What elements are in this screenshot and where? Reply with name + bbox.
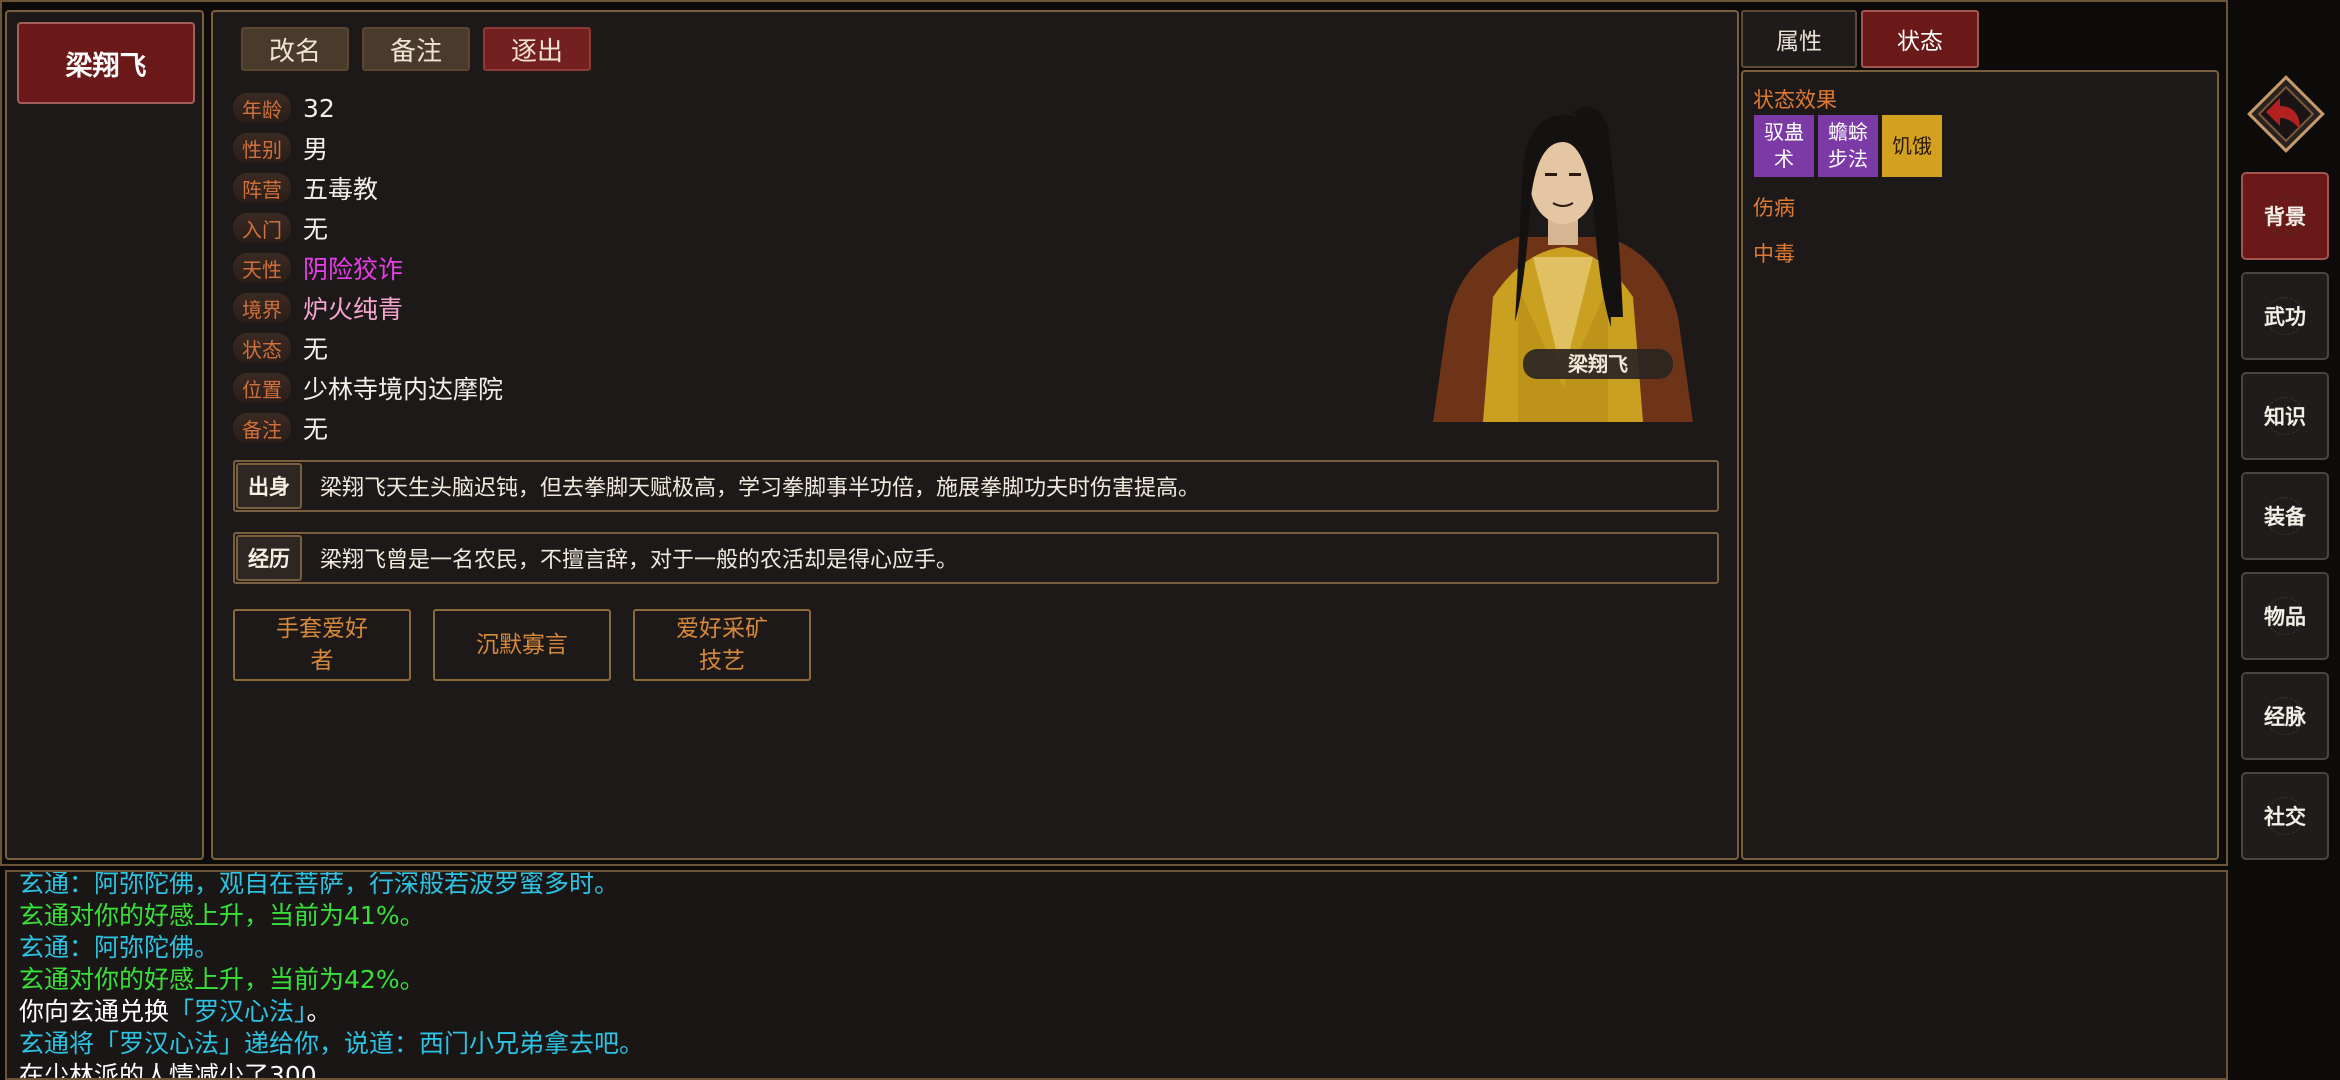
info-row-status: 状态 无 — [233, 330, 328, 366]
info-value: 男 — [303, 135, 329, 164]
nav-knowledge[interactable]: 知识 — [2241, 372, 2329, 460]
nav-meridians[interactable]: 经脉 — [2241, 672, 2329, 760]
info-value: 无 — [303, 215, 329, 244]
info-value: 阴险狡诈 — [303, 255, 404, 284]
info-row-location: 位置 少林寺境内达摩院 — [233, 370, 503, 406]
nav-background[interactable]: 背景 — [2241, 172, 2329, 260]
poison-title: 中毒 — [1753, 242, 1795, 266]
info-row-sect: 入门 无 — [233, 210, 328, 246]
experience-box: 经历 梁翔飞曾是一名农民，不擅言辞，对于一般的农活却是得心应手。 — [233, 532, 1719, 584]
info-row-gender: 性别 男 — [233, 130, 328, 166]
info-label: 境界 — [233, 293, 291, 323]
character-portrait: 梁翔飞 — [1433, 107, 1693, 422]
info-label: 位置 — [233, 373, 291, 403]
background-tag[interactable]: 出身 — [236, 463, 302, 509]
info-value: 无 — [303, 335, 329, 364]
info-label: 入门 — [233, 213, 291, 243]
info-value: 32 — [303, 93, 335, 123]
info-row-age: 年龄 32 — [233, 90, 335, 126]
log-line: 在少林派的人情减少了300 — [19, 1061, 317, 1080]
note-button[interactable]: 备注 — [362, 27, 470, 71]
nav-items[interactable]: 物品 — [2241, 572, 2329, 660]
background-text: 梁翔飞天生头脑迟钝，但去拳脚天赋极高，学习拳脚事半功倍，施展拳脚功夫时伤害提高。 — [320, 476, 1201, 501]
info-value: 五毒教 — [303, 175, 379, 204]
tab-attributes[interactable]: 属性 — [1741, 10, 1857, 68]
status-panel: 状态效果 驭蛊术 蟾蜍 步法 饥饿 伤病 中毒 — [1741, 70, 2219, 860]
tab-status[interactable]: 状态 — [1861, 10, 1979, 68]
info-label: 状态 — [233, 333, 291, 363]
log-line: 玄通对你的好感上升，当前为41%。 — [19, 901, 425, 930]
back-button[interactable] — [2244, 72, 2328, 156]
nav-social[interactable]: 社交 — [2241, 772, 2329, 860]
info-row-faction: 阵营 五毒教 — [233, 170, 378, 206]
nav-martial-arts[interactable]: 武功 — [2241, 272, 2329, 360]
injury-title: 伤病 — [1753, 196, 1795, 220]
message-log[interactable]: 玄通：阿弥陀佛，观自在菩萨，行深般若波罗蜜多时。 玄通对你的好感上升，当前为41… — [5, 870, 2228, 1080]
nav-equipment[interactable]: 装备 — [2241, 472, 2329, 560]
background-box: 出身 梁翔飞天生头脑迟钝，但去拳脚天赋极高，学习拳脚事半功倍，施展拳脚功夫时伤害… — [233, 460, 1719, 512]
log-line: 玄通将「罗汉心法」递给你，说道：西门小兄弟拿去吧。 — [19, 1029, 645, 1058]
info-label: 年龄 — [233, 93, 291, 123]
effects-title: 状态效果 — [1753, 88, 1837, 112]
log-line: 玄通：阿弥陀佛。 — [19, 933, 220, 962]
info-label: 备注 — [233, 413, 291, 443]
info-value: 少林寺境内达摩院 — [303, 375, 504, 404]
character-list-panel: 梁翔飞 — [5, 10, 204, 860]
expel-button[interactable]: 逐出 — [483, 27, 591, 71]
trait-taciturn[interactable]: 沉默寡言 — [433, 609, 611, 681]
info-label: 天性 — [233, 253, 291, 283]
trait-mining-lover[interactable]: 爱好采矿 技艺 — [633, 609, 811, 681]
effect-hunger[interactable]: 饥饿 — [1882, 115, 1942, 177]
info-row-nature: 天性 阴险狡诈 — [233, 250, 403, 286]
info-label: 阵营 — [233, 173, 291, 203]
info-value: 无 — [303, 415, 329, 444]
log-line: 玄通对你的好感上升，当前为42%。 — [19, 965, 425, 994]
portrait-name-label: 梁翔飞 — [1567, 352, 1628, 376]
info-row-realm: 境界 炉火纯青 — [233, 290, 403, 326]
character-detail-panel: 改名 备注 逐出 年龄 32 性别 男 阵营 五毒教 入门 无 天性 阴险狡诈 … — [211, 10, 1739, 860]
info-row-note: 备注 无 — [233, 410, 328, 446]
experience-text: 梁翔飞曾是一名农民，不擅言辞，对于一般的农活却是得心应手。 — [320, 548, 959, 573]
log-line: 你向玄通兑换「罗汉心法」。 — [19, 997, 332, 1026]
trait-glove-lover[interactable]: 手套爱好者 — [233, 609, 411, 681]
effect-toad-step[interactable]: 蟾蜍 步法 — [1818, 115, 1878, 177]
experience-tag[interactable]: 经历 — [236, 535, 302, 581]
character-card[interactable]: 梁翔飞 — [17, 22, 195, 104]
rename-button[interactable]: 改名 — [241, 27, 349, 71]
effect-gu-control[interactable]: 驭蛊术 — [1754, 115, 1814, 177]
info-label: 性别 — [233, 133, 291, 163]
info-value: 炉火纯青 — [303, 295, 404, 324]
